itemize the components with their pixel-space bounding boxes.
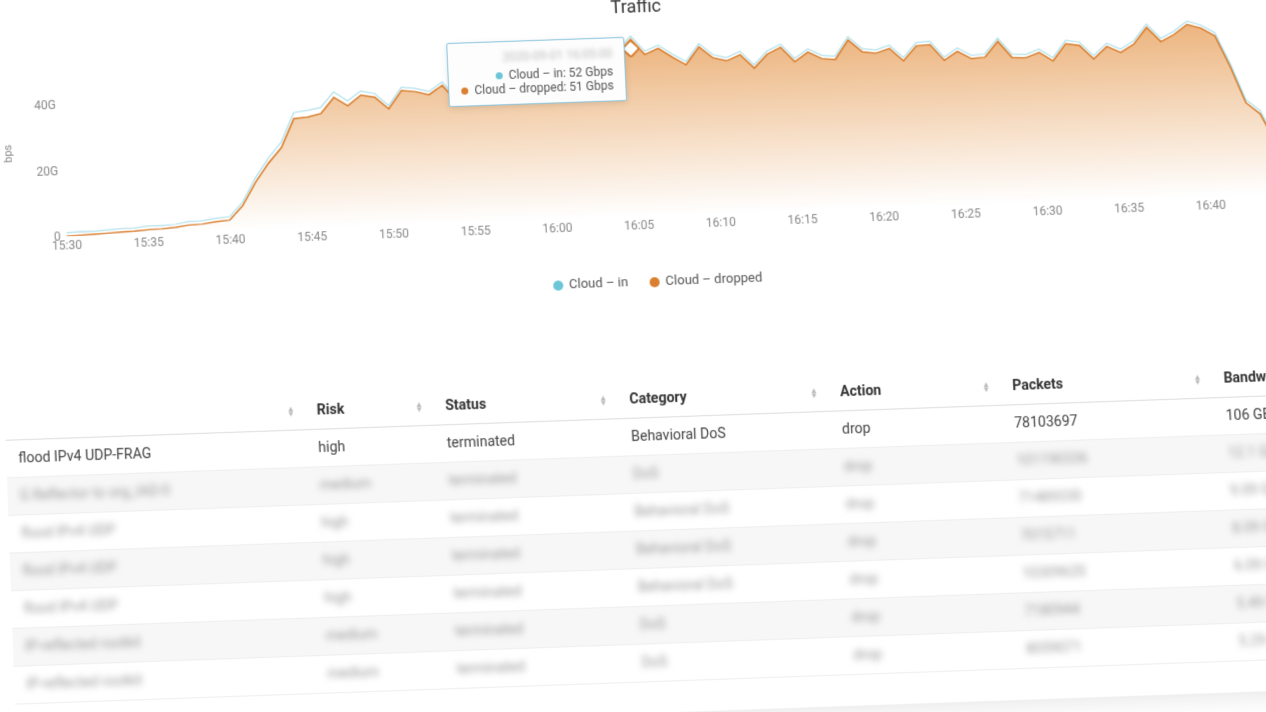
cell-action: drop — [835, 518, 1010, 562]
y-tick: 20G — [28, 164, 59, 179]
x-tick: 15:50 — [379, 226, 410, 241]
cell-bandwidth: 6.09 GB — [1221, 545, 1266, 586]
sort-icon[interactable]: ▲▼ — [982, 382, 990, 392]
cell-action: drop — [829, 405, 1003, 449]
cell-action: drop — [833, 480, 1007, 524]
cell-action: drop — [836, 556, 1011, 600]
cell-category: DoS — [629, 637, 843, 682]
x-tick: 15:45 — [297, 229, 328, 244]
cell-status: terminated — [437, 494, 623, 538]
traffic-chart[interactable]: bps 020G40G 15:3015:3515:4015:4515:5015:… — [0, 3, 1266, 279]
x-tick: 16:20 — [869, 209, 900, 224]
sort-icon[interactable]: ▲▼ — [810, 388, 818, 398]
sort-icon[interactable]: ▲▼ — [286, 406, 294, 416]
x-tick: 15:30 — [52, 238, 83, 253]
x-tick: 16:30 — [1032, 203, 1063, 218]
cell-bandwidth: 5.29 GB — [1225, 620, 1266, 661]
col-header-packets[interactable]: Packets▲▼ — [999, 361, 1212, 405]
cell-bandwidth: 8.09 GB — [1219, 507, 1266, 548]
col-header-risk[interactable]: Risk▲▼ — [304, 388, 434, 429]
cell-risk: high — [310, 538, 440, 580]
x-tick: 16:15 — [787, 212, 818, 227]
cell-status: terminated — [439, 531, 625, 575]
legend-dot-icon — [649, 277, 660, 287]
cell-risk: medium — [313, 613, 444, 655]
bullet-icon — [495, 73, 502, 80]
cell-status: terminated — [436, 456, 622, 500]
x-tick: 16:35 — [1114, 201, 1145, 216]
x-tick: 16:10 — [706, 215, 737, 230]
sort-icon[interactable]: ▲▼ — [1193, 374, 1202, 384]
cell-bandwidth: 5.49 GB — [1223, 583, 1266, 624]
cell-packets: 8059071 — [1013, 624, 1227, 669]
cell-action: drop — [831, 443, 1005, 487]
cell-status: terminated — [440, 569, 626, 613]
cell-status: terminated — [434, 419, 620, 463]
x-tick: 16:05 — [624, 218, 655, 233]
x-tick: 15:55 — [460, 223, 491, 238]
cell-status: terminated — [444, 645, 631, 689]
sort-icon[interactable]: ▲▼ — [415, 402, 423, 412]
x-tick: 16:25 — [951, 206, 982, 221]
tooltip-header: 2020-09-01 16:05:00 — [460, 46, 613, 65]
x-tick: 16:40 — [1196, 198, 1227, 213]
x-tick: 15:40 — [215, 232, 246, 247]
cell-risk: medium — [315, 651, 446, 693]
cell-bandwidth: 12.1 GB — [1215, 432, 1266, 473]
x-tick: 15:35 — [134, 235, 165, 250]
cell-risk: high — [309, 500, 439, 542]
col-header-status[interactable]: Status▲▼ — [432, 382, 618, 425]
y-tick: 40G — [26, 98, 57, 113]
legend-dot-icon — [553, 280, 563, 290]
cell-bandwidth: 106 GB — [1213, 395, 1266, 436]
col-header-bandwidth[interactable]: Bandwidth — [1211, 358, 1266, 398]
col-header-category[interactable]: Category▲▼ — [616, 374, 829, 418]
y-axis-label: bps — [1, 144, 15, 163]
attacks-table: ▲▼ Risk▲▼ Status▲▼ Category▲▼ Action▲▼ P… — [4, 358, 1266, 705]
cell-status: terminated — [442, 607, 629, 651]
sort-icon[interactable]: ▲▼ — [599, 395, 607, 405]
cell-bandwidth: 9.09 GB — [1217, 470, 1266, 511]
col-header-action[interactable]: Action▲▼ — [827, 368, 1001, 411]
cell-action: drop — [838, 593, 1013, 637]
bullet-icon — [461, 88, 468, 95]
cell-risk: medium — [307, 463, 437, 505]
cell-risk: high — [305, 425, 435, 467]
x-tick: 16:00 — [542, 221, 573, 236]
cell-risk: high — [312, 576, 442, 618]
legend-label-in[interactable]: Cloud – in — [569, 275, 629, 292]
chart-tooltip: 2020-09-01 16:05:00 Cloud – in: 52 Gbps … — [446, 37, 627, 107]
cell-action: drop — [840, 631, 1015, 675]
traffic-panel: Traffic bps 020G40G 15:3015:3515:4015:45… — [0, 0, 1266, 712]
